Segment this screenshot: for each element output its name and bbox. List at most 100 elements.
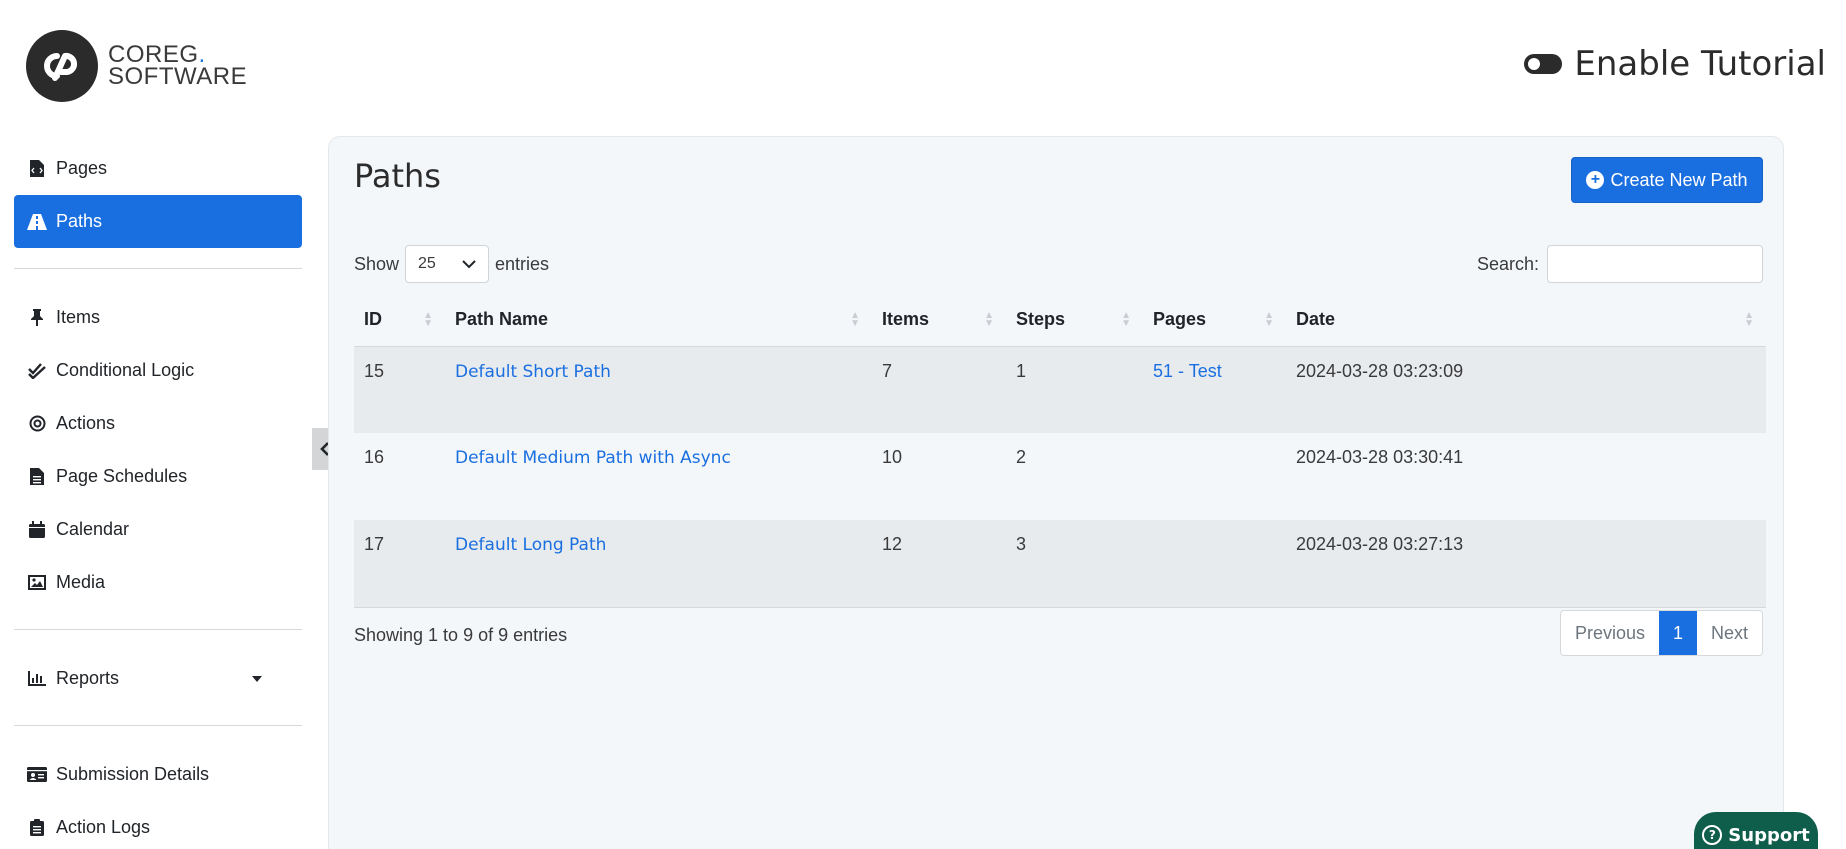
column-header-steps[interactable]: Steps ▲ ▼ [1006,294,1143,347]
sidebar-item-items[interactable]: Items [14,291,302,344]
cell-steps: 1 [1006,346,1143,433]
pagination: Previous 1 Next [1559,610,1763,656]
entries-select[interactable]: 25 [405,245,490,283]
table-row: 16 Default Medium Path with Async 10 2 2… [354,433,1766,520]
sidebar-item-calendar[interactable]: Calendar [14,503,302,556]
paths-table: ID ▲ ▼ Path Name ▲ ▼ Items ▲ ▼ Steps ▲ ▼ Pages ▲ ▼… [354,294,1766,608]
sidebar-item-pages[interactable]: Pages [14,142,302,195]
column-header-id[interactable]: ID ▲ ▼ [354,294,445,347]
path-link[interactable]: Default Short Path [455,362,611,382]
table-row: 15 Default Short Path 7 1 51 - Test 2024… [354,346,1766,433]
check-double-icon [26,362,48,379]
search-label: Search: [1476,253,1539,274]
plus-circle-icon: + [1586,171,1605,189]
thumbtack-icon [26,309,48,326]
brand-logo[interactable]: COREG. SOFTWARE [26,30,247,102]
sidebar-item-label: Action Logs [56,817,151,837]
cell-date: 2024-03-28 03:23:09 [1286,346,1766,433]
cell-pages [1143,520,1286,608]
sidebar-divider [14,725,302,726]
road-icon [26,213,48,230]
cell-path-name: Default Short Path [445,346,872,433]
sidebar-item-label: Pages [56,158,108,178]
sidebar-item-paths[interactable]: Paths [14,195,302,248]
sort-icon: ▲ ▼ [423,309,433,329]
file-lines-icon [26,468,48,485]
sort-icon: ▲ ▼ [1744,309,1754,329]
cell-path-name: Default Long Path [445,520,872,608]
support-label: Support [1728,824,1810,846]
sidebar-item-conditional-logic[interactable]: Conditional Logic [14,344,302,397]
sidebar-item-label: Paths [56,211,103,231]
cell-items: 7 [872,346,1006,433]
sidebar-item-label: Actions [56,413,116,433]
cell-id: 16 [354,433,445,520]
clipboard-list-icon [26,819,48,836]
create-new-path-button[interactable]: + Create New Path [1571,157,1763,203]
sidebar-item-label: Items [56,307,101,327]
file-code-icon [26,160,48,177]
cell-steps: 2 [1006,433,1143,520]
sort-icon: ▲ ▼ [984,309,994,329]
search-input[interactable] [1547,245,1763,283]
pagination-next[interactable]: Next [1697,611,1762,655]
sidebar-item-actions[interactable]: Actions [14,397,302,450]
sidebar-item-label: Submission Details [56,764,210,784]
sidebar-item-label: Media [56,572,106,592]
image-icon [26,575,48,590]
sidebar-item-label: Calendar [56,519,130,539]
cell-date: 2024-03-28 03:27:13 [1286,520,1766,608]
cell-steps: 3 [1006,520,1143,608]
show-label: Show [354,253,400,274]
cell-items: 12 [872,520,1006,608]
sidebar-item-submission-details[interactable]: Submission Details [14,748,302,801]
cell-date: 2024-03-28 03:30:41 [1286,433,1766,520]
sidebar-item-reports[interactable]: Reports [14,652,302,705]
brand-name: COREG. SOFTWARE [108,41,248,90]
table-row: 17 Default Long Path 12 3 2024-03-28 03:… [354,520,1766,608]
cell-id: 15 [354,346,445,433]
sidebar-item-label: Conditional Logic [56,360,195,380]
sidebar-item-action-logs[interactable]: Action Logs [14,801,302,849]
question-circle-icon: ? [1702,825,1723,845]
column-header-pages[interactable]: Pages ▲ ▼ [1143,294,1286,347]
search-control: Search: [1477,245,1763,283]
cell-items: 10 [872,433,1006,520]
column-header-path-name[interactable]: Path Name ▲ ▼ [445,294,872,347]
cell-pages: 51 - Test [1143,346,1286,433]
support-button[interactable]: ? Support [1694,812,1818,849]
caret-down-icon[interactable] [252,675,262,682]
table-info: Showing 1 to 9 of 9 entries [354,625,568,645]
column-header-items[interactable]: Items ▲ ▼ [872,294,1006,347]
sort-icon: ▲ ▼ [850,309,860,329]
sidebar-divider [14,268,302,269]
pagination-previous[interactable]: Previous [1561,611,1659,655]
cell-path-name: Default Medium Path with Async [445,433,872,520]
chevron-down-icon [462,259,476,268]
table-header-row: ID ▲ ▼ Path Name ▲ ▼ Items ▲ ▼ Steps ▲ ▼ Pages ▲ ▼… [354,294,1766,347]
sidebar-item-media[interactable]: Media [14,556,302,609]
entries-value: 25 [418,255,436,272]
entries-length-control: Show 25 entries [354,245,549,283]
sidebar-item-page-schedules[interactable]: Page Schedules [14,450,302,503]
page-title: Paths [354,157,441,195]
id-card-icon [26,767,48,782]
logo-mark-icon [26,30,98,102]
bullseye-icon [26,415,48,432]
pagination-page-1[interactable]: 1 [1658,611,1697,655]
paths-panel: Paths + Create New Path Show 25 entries … [328,136,1784,849]
cell-pages [1143,433,1286,520]
sidebar-item-label: Reports [56,668,120,688]
enable-tutorial-toggle[interactable]: Enable Tutorial [1524,44,1826,84]
path-link[interactable]: Default Long Path [455,535,606,555]
path-link[interactable]: Default Medium Path with Async [455,448,731,468]
sidebar-item-label: Page Schedules [56,466,188,486]
cell-id: 17 [354,520,445,608]
page-link[interactable]: 51 - Test [1153,361,1222,381]
toggle-switch-icon[interactable] [1524,54,1563,74]
sort-icon: ▲ ▼ [1121,309,1131,329]
entries-label: entries [495,253,550,274]
column-header-date[interactable]: Date ▲ ▼ [1286,294,1766,347]
tutorial-label: Enable Tutorial [1574,44,1826,84]
create-button-label: Create New Path [1610,169,1748,190]
